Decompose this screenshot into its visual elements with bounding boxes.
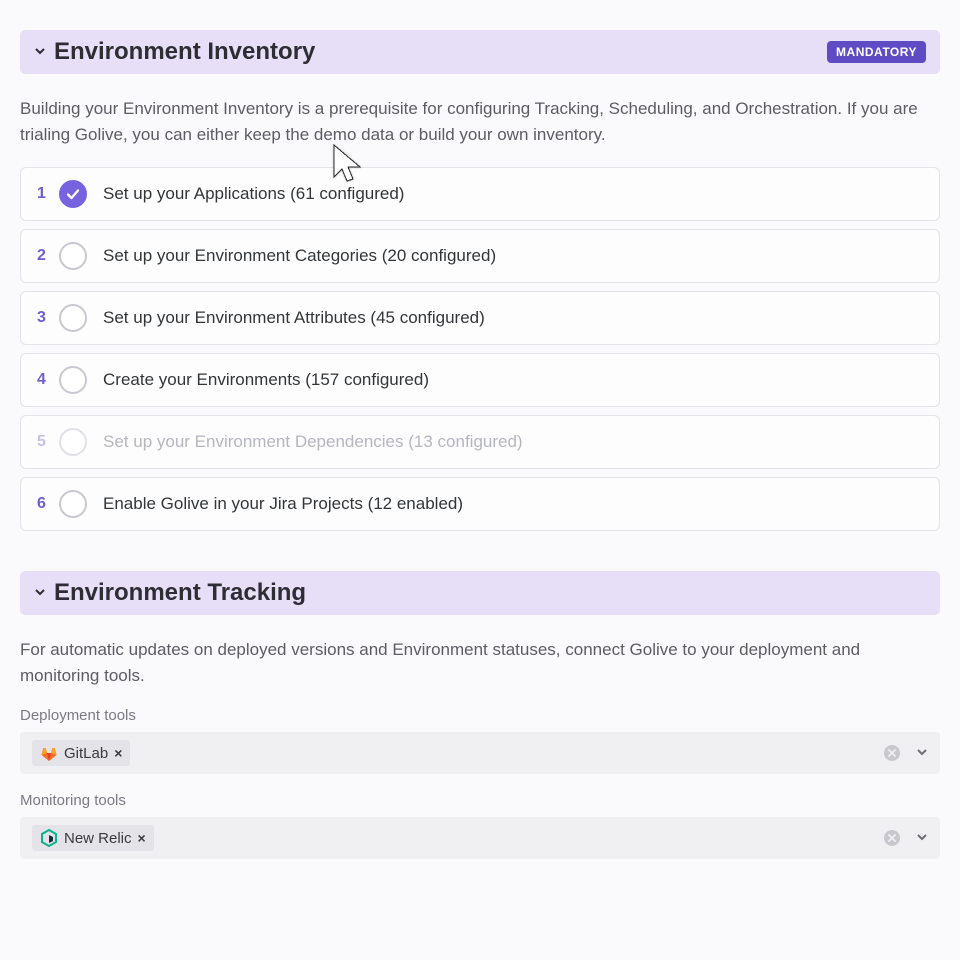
step-label: Set up your Environment Dependencies (13… [103,432,923,452]
circle-icon [59,366,87,394]
step-label: Set up your Environment Categories (20 c… [103,246,923,266]
deployment-tools-select[interactable]: GitLab × [20,732,940,774]
clear-all-icon[interactable] [884,745,900,761]
circle-icon [59,304,87,332]
tracking-title: Environment Tracking [54,579,926,607]
inventory-description: Building your Environment Inventory is a… [20,96,940,149]
deployment-chip: GitLab × [32,740,130,766]
step-row[interactable]: 1 Set up your Applications (61 configure… [20,167,940,221]
deployment-tools-heading: Deployment tools [20,707,940,724]
inventory-title: Environment Inventory [54,38,827,66]
chevron-down-icon [34,45,54,59]
chip-remove-icon[interactable]: × [114,745,122,761]
step-label: Set up your Applications (61 configured) [103,184,923,204]
chip-label: New Relic [64,830,132,847]
step-number: 1 [37,185,59,203]
tracking-panel-header[interactable]: Environment Tracking [20,571,940,615]
inventory-steps: 1 Set up your Applications (61 configure… [20,167,940,531]
step-label: Enable Golive in your Jira Projects (12 … [103,494,923,514]
chevron-down-icon[interactable] [916,746,928,761]
chevron-down-icon[interactable] [916,831,928,846]
monitoring-tools-select[interactable]: New Relic × [20,817,940,859]
clear-all-icon[interactable] [884,830,900,846]
step-row[interactable]: 3 Set up your Environment Attributes (45… [20,291,940,345]
step-number: 6 [37,495,59,513]
step-row[interactable]: 2 Set up your Environment Categories (20… [20,229,940,283]
circle-icon [59,428,87,456]
mandatory-badge: MANDATORY [827,41,926,63]
step-number: 3 [37,309,59,327]
step-row[interactable]: 6 Enable Golive in your Jira Projects (1… [20,477,940,531]
circle-icon [59,242,87,270]
tracking-description: For automatic updates on deployed versio… [20,637,940,690]
step-number: 4 [37,371,59,389]
chevron-down-icon [34,586,54,600]
chip-label: GitLab [64,745,108,762]
circle-icon [59,490,87,518]
step-label: Set up your Environment Attributes (45 c… [103,308,923,328]
checkmark-icon [59,180,87,208]
inventory-panel-header[interactable]: Environment Inventory MANDATORY [20,30,940,74]
monitoring-chip: New Relic × [32,825,154,851]
monitoring-tools-heading: Monitoring tools [20,792,940,809]
step-number: 5 [37,433,59,451]
step-row[interactable]: 4 Create your Environments (157 configur… [20,353,940,407]
step-number: 2 [37,247,59,265]
chip-remove-icon[interactable]: × [138,830,146,846]
step-label: Create your Environments (157 configured… [103,370,923,390]
step-row[interactable]: 5 Set up your Environment Dependencies (… [20,415,940,469]
gitlab-icon [40,744,58,762]
newrelic-icon [40,829,58,847]
